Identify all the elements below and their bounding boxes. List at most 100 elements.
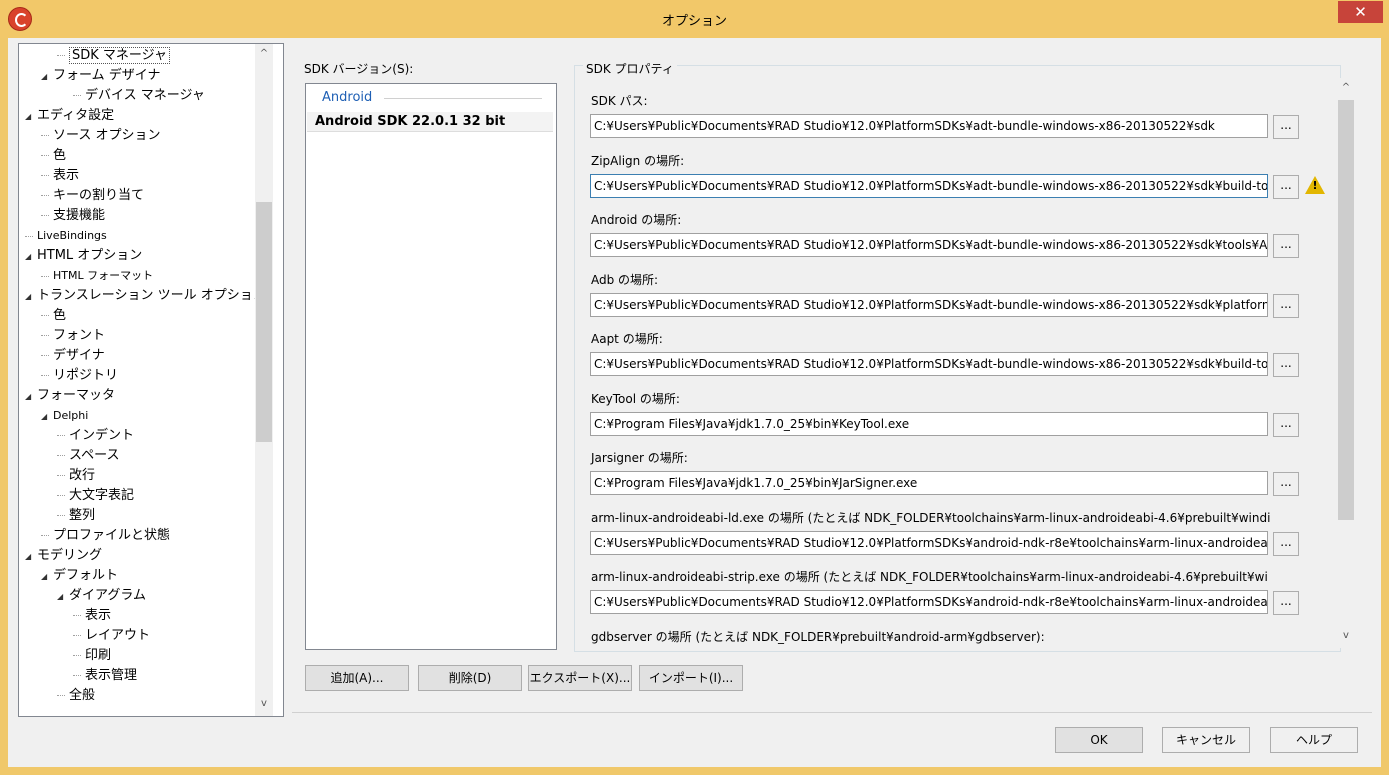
- browse-button[interactable]: ...: [1273, 115, 1299, 139]
- tree-guide: [73, 655, 81, 656]
- tree-item[interactable]: プロファイルと状態: [41, 526, 170, 546]
- tree-item[interactable]: 表示: [73, 606, 111, 626]
- expand-arrow-icon[interactable]: ◢: [25, 247, 37, 267]
- browse-button[interactable]: ...: [1273, 175, 1299, 199]
- ok-button[interactable]: OK: [1055, 727, 1143, 753]
- properties-scrollbar[interactable]: ^ v: [1337, 78, 1355, 648]
- tree-item-label: プロファイルと状態: [53, 528, 171, 543]
- tree-guide: [41, 355, 49, 356]
- close-button[interactable]: ✕: [1338, 1, 1383, 23]
- tree-guide: [57, 695, 65, 696]
- tree-item[interactable]: 改行: [57, 466, 95, 486]
- tree-item-label: フォント: [53, 328, 106, 343]
- browse-button[interactable]: ...: [1273, 472, 1299, 496]
- property-path-input[interactable]: C:¥Users¥Public¥Documents¥RAD Studio¥12.…: [590, 293, 1268, 317]
- tree-guide: [41, 135, 49, 136]
- sdk-version-label: SDK バージョン(S):: [304, 62, 414, 76]
- property-label: Aapt の場所:: [591, 332, 663, 346]
- tree-item[interactable]: ◢ デフォルト: [41, 566, 118, 586]
- property-path-input[interactable]: C:¥Users¥Public¥Documents¥RAD Studio¥12.…: [590, 174, 1268, 198]
- tree-item-label: Delphi: [53, 409, 89, 422]
- expand-arrow-icon[interactable]: ◢: [25, 107, 37, 127]
- tree-item[interactable]: SDK マネージャ: [57, 46, 171, 66]
- props-scroll-up-arrow[interactable]: ^: [1337, 82, 1355, 93]
- tree-item[interactable]: 整列: [57, 506, 95, 526]
- tree-item-label: 支援機能: [53, 208, 106, 223]
- tree-item[interactable]: リポジトリ: [41, 366, 118, 386]
- tree-item[interactable]: 表示: [41, 166, 79, 186]
- expand-arrow-icon[interactable]: ◢: [25, 547, 37, 567]
- props-scroll-down-arrow[interactable]: v: [1337, 630, 1355, 641]
- list-group-android: Android: [322, 90, 373, 105]
- property-path-input[interactable]: C:¥Program Files¥Java¥jdk1.7.0_25¥bin¥Ja…: [590, 471, 1268, 495]
- add-button[interactable]: 追加(A)...: [305, 665, 409, 691]
- property-path-input[interactable]: C:¥Users¥Public¥Documents¥RAD Studio¥12.…: [590, 233, 1268, 257]
- cancel-button[interactable]: キャンセル: [1162, 727, 1250, 753]
- tree-item[interactable]: 表示管理: [73, 666, 137, 686]
- property-path-input[interactable]: C:¥Program Files¥Java¥jdk1.7.0_25¥bin¥Ke…: [590, 412, 1268, 436]
- property-path-input[interactable]: C:¥Users¥Public¥Documents¥RAD Studio¥12.…: [590, 114, 1268, 138]
- tree-item[interactable]: 色: [41, 306, 66, 326]
- scroll-down-arrow[interactable]: v: [255, 698, 273, 709]
- delete-button[interactable]: 削除(D): [418, 665, 522, 691]
- expand-arrow-icon[interactable]: ◢: [41, 567, 53, 587]
- tree-item[interactable]: フォント: [41, 326, 105, 346]
- tree-item[interactable]: ◢ フォーム デザイナ: [41, 66, 160, 86]
- export-button[interactable]: エクスポート(X)...: [528, 665, 632, 691]
- tree-item[interactable]: HTML フォーマット: [41, 266, 153, 286]
- browse-button[interactable]: ...: [1273, 413, 1299, 437]
- tree-item-label: 印刷: [85, 648, 112, 663]
- tree-item[interactable]: ◢ HTML オプション: [25, 246, 142, 266]
- property-path-input[interactable]: C:¥Users¥Public¥Documents¥RAD Studio¥12.…: [590, 531, 1268, 555]
- tree-item[interactable]: ◢ エディタ設定: [25, 106, 114, 126]
- tree-item[interactable]: ◢ ダイアグラム: [57, 586, 146, 606]
- tree-item-label: 表示管理: [85, 668, 138, 683]
- tree-item[interactable]: 支援機能: [41, 206, 105, 226]
- tree-item-label: キーの割り当て: [53, 188, 145, 203]
- properties-scroll-thumb[interactable]: [1338, 100, 1354, 520]
- tree-item[interactable]: ソース オプション: [41, 126, 160, 146]
- property-path-input[interactable]: C:¥Users¥Public¥Documents¥RAD Studio¥12.…: [590, 590, 1268, 614]
- sdk-version-list[interactable]: Android Android SDK 22.0.1 32 bit: [305, 83, 557, 650]
- browse-button[interactable]: ...: [1273, 353, 1299, 377]
- tree-item[interactable]: レイアウト: [73, 626, 150, 646]
- browse-button[interactable]: ...: [1273, 234, 1299, 258]
- property-label: SDK パス:: [591, 94, 648, 108]
- tree-item-label: 表示: [85, 608, 112, 623]
- tree-item[interactable]: ◢ Delphi: [41, 406, 88, 426]
- tree-item-label: フォーマッタ: [37, 388, 116, 403]
- import-button[interactable]: インポート(I)...: [639, 665, 743, 691]
- tree-item[interactable]: インデント: [57, 426, 134, 446]
- tree-item[interactable]: キーの割り当て: [41, 186, 144, 206]
- tree-item[interactable]: 大文字表記: [57, 486, 134, 506]
- browse-button[interactable]: ...: [1273, 294, 1299, 318]
- expand-arrow-icon[interactable]: ◢: [57, 587, 69, 607]
- sdk-list-item[interactable]: Android SDK 22.0.1 32 bit: [307, 112, 553, 132]
- tree-item[interactable]: スペース: [57, 446, 119, 466]
- tree-item[interactable]: 全般: [57, 686, 95, 706]
- browse-button[interactable]: ...: [1273, 591, 1299, 615]
- tree-item-label: デザイナ: [53, 348, 105, 363]
- help-button[interactable]: ヘルプ: [1270, 727, 1358, 753]
- property-label: arm-linux-androideabi-ld.exe の場所 (たとえば N…: [591, 511, 1271, 525]
- property-path-input[interactable]: C:¥Users¥Public¥Documents¥RAD Studio¥12.…: [590, 352, 1268, 376]
- tree-item[interactable]: 色: [41, 146, 66, 166]
- tree-item[interactable]: ◢ モデリング: [25, 546, 102, 566]
- expand-arrow-icon[interactable]: ◢: [25, 387, 37, 407]
- expand-arrow-icon[interactable]: ◢: [41, 407, 53, 427]
- tree-scroll-thumb[interactable]: [256, 202, 272, 442]
- expand-arrow-icon[interactable]: ◢: [41, 67, 53, 87]
- tree-item[interactable]: LiveBindings: [25, 226, 107, 246]
- tree-item[interactable]: ◢ トランスレーション ツール オプション: [25, 286, 266, 306]
- tree-item[interactable]: デバイス マネージャ: [73, 86, 205, 106]
- tree-item[interactable]: ◢ フォーマッタ: [25, 386, 115, 406]
- tree-item-label: ダイアグラム: [69, 588, 146, 603]
- tree-item[interactable]: デザイナ: [41, 346, 105, 366]
- scroll-up-arrow[interactable]: ^: [255, 48, 273, 59]
- options-tree[interactable]: SDK マネージャ ◢ フォーム デザイナ デバイス マネージャ ◢ エディタ設定 ソース …: [18, 43, 284, 717]
- tree-item[interactable]: 印刷: [73, 646, 111, 666]
- tree-scrollbar[interactable]: ^ v: [255, 44, 273, 716]
- tree-guide: [57, 435, 65, 436]
- expand-arrow-icon[interactable]: ◢: [25, 287, 37, 307]
- browse-button[interactable]: ...: [1273, 532, 1299, 556]
